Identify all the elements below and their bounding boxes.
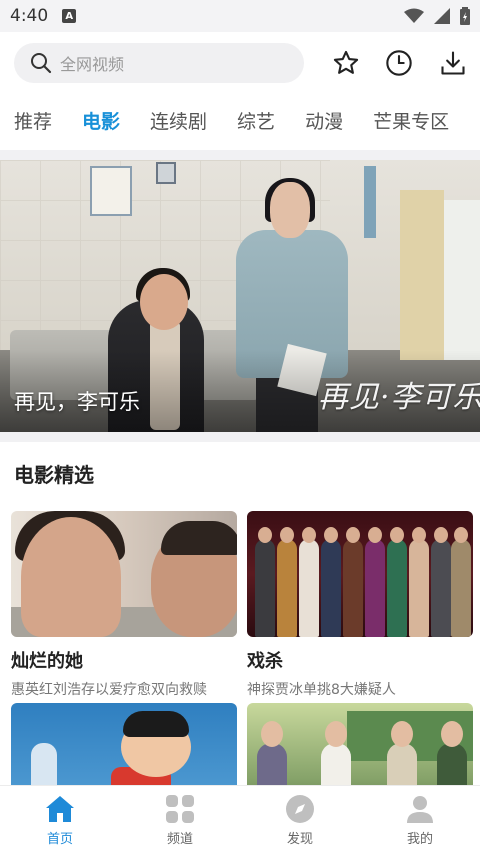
tab-mango-zone[interactable]: 芒果专区 xyxy=(373,107,449,134)
wall-poster xyxy=(364,166,376,238)
movie-title: 戏杀 xyxy=(247,651,283,672)
tab-movies[interactable]: 电影 xyxy=(82,107,120,134)
bottom-navigation: 首页 频道 发现 我的 xyxy=(0,785,480,853)
signal-icon xyxy=(434,8,450,24)
search-input[interactable]: 全网视频 xyxy=(60,51,124,75)
nav-discover[interactable]: 发现 xyxy=(240,786,360,854)
download-icon xyxy=(441,51,465,75)
search-bar[interactable]: 全网视频 xyxy=(14,43,304,83)
movie-card[interactable]: 戏杀 神探贾冰单挑8大嫌疑人 xyxy=(247,511,473,699)
compass-icon xyxy=(286,794,314,823)
nav-label: 频道 xyxy=(166,831,193,847)
tab-anime[interactable]: 动漫 xyxy=(305,107,343,134)
movie-thumbnail xyxy=(247,511,473,637)
banner-logo-text: 再见·李可乐 xyxy=(318,380,480,415)
battery-icon xyxy=(460,7,470,25)
tab-variety[interactable]: 综艺 xyxy=(237,107,275,134)
status-time: 4:40 xyxy=(10,6,49,26)
movie-title: 灿烂的她 xyxy=(11,651,83,672)
history-button[interactable] xyxy=(384,48,414,78)
movie-card[interactable]: 灿烂的她 惠英红刘浩存以爱疗愈双向救赎 xyxy=(11,511,237,699)
search-icon xyxy=(31,53,52,74)
person-icon xyxy=(407,795,433,823)
wall-poster xyxy=(156,162,176,184)
banner-title: 再见，李可乐 xyxy=(14,390,140,414)
door xyxy=(400,190,444,360)
history-clock-icon xyxy=(386,50,412,76)
grid-icon xyxy=(166,794,194,823)
status-bar: 4:40 A xyxy=(0,0,480,32)
download-button[interactable] xyxy=(438,48,468,78)
notification-badge-icon: A xyxy=(62,9,77,23)
nav-profile[interactable]: 我的 xyxy=(360,786,480,854)
nav-label: 发现 xyxy=(286,831,313,847)
category-tabs: 推荐 电影 连续剧 综艺 动漫 芒果专区 xyxy=(0,96,480,144)
tab-recommend[interactable]: 推荐 xyxy=(14,107,52,134)
tab-series[interactable]: 连续剧 xyxy=(150,107,207,134)
movie-thumbnail xyxy=(11,511,237,637)
nav-channels[interactable]: 频道 xyxy=(120,786,240,854)
favorites-button[interactable] xyxy=(331,48,361,78)
section-title: 电影精选 xyxy=(14,463,94,487)
movie-description: 惠英红刘浩存以爱疗愈双向救赎 xyxy=(11,682,207,698)
nav-home[interactable]: 首页 xyxy=(0,786,120,854)
wifi-icon xyxy=(404,8,424,23)
nav-label: 首页 xyxy=(46,831,73,847)
star-icon xyxy=(333,50,359,74)
app-header: 全网视频 推荐 电影 连续剧 综艺 动漫 芒果专区 xyxy=(0,32,480,160)
wall-poster xyxy=(90,166,132,216)
divider xyxy=(0,432,480,442)
featured-banner[interactable]: 再见，李可乐 再见·李可乐 xyxy=(0,160,480,432)
nav-label: 我的 xyxy=(406,831,433,847)
divider xyxy=(0,150,480,160)
movie-description: 神探贾冰单挑8大嫌疑人 xyxy=(247,682,396,698)
home-icon xyxy=(46,795,74,822)
